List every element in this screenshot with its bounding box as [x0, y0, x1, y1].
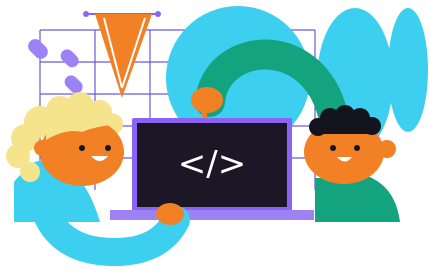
laptop-base — [110, 210, 314, 220]
illustration-scene: </> — [6, 6, 428, 267]
code-brackets-icon: </> — [178, 144, 246, 184]
laptop: </> — [110, 118, 314, 220]
purple-capsule-icons — [28, 39, 83, 94]
